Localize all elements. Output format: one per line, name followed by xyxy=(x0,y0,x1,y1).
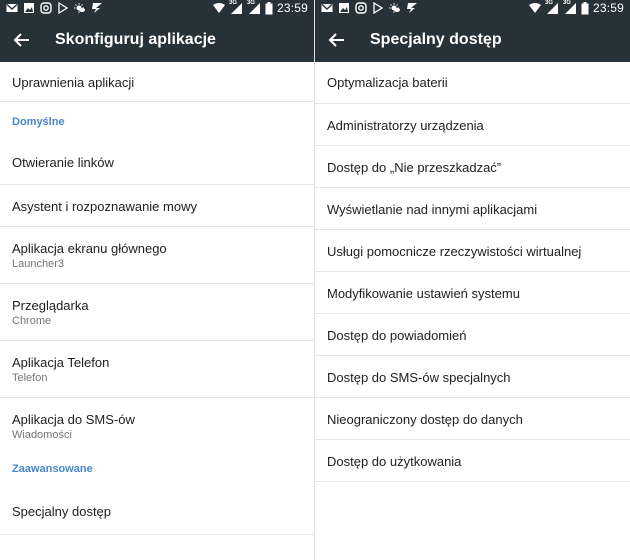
list-item-title: Aplikacja do SMS-ów xyxy=(12,412,135,427)
list-item-title: Uprawnienia aplikacji xyxy=(12,75,135,90)
list-item-title: Administratorzy urządzenia xyxy=(327,118,484,133)
list-item-title: Dostęp do SMS-ów specjalnych xyxy=(327,370,511,385)
image-icon xyxy=(24,3,34,13)
signal-3g-indicator: 3G xyxy=(544,0,559,15)
list-item-browser[interactable]: Przeglądarka Chrome xyxy=(0,284,314,341)
notification-icons xyxy=(6,2,103,14)
list-item-subtitle: Telefon xyxy=(12,372,48,384)
list-item-title: Dostęp do użytkowania xyxy=(327,454,462,469)
list-item-notification-access[interactable]: Dostęp do powiadomień xyxy=(315,314,630,356)
instagram-icon xyxy=(355,2,367,14)
list-item-title: Otwieranie linków xyxy=(12,155,114,170)
list-item-modify-system-settings[interactable]: Modyfikowanie ustawień systemu xyxy=(315,272,630,314)
gmail-icon xyxy=(6,3,18,12)
gmail-icon xyxy=(321,3,333,12)
list-item-title: Dostęp do powiadomień xyxy=(327,328,467,343)
notification-icons xyxy=(321,2,418,14)
list-item-title: Aplikacja Telefon xyxy=(12,355,110,370)
settings-list: Uprawnienia aplikacji Domyślne Otwierani… xyxy=(0,62,314,535)
page-title: Specjalny dostęp xyxy=(370,31,502,48)
battery-icon xyxy=(265,1,273,14)
left-screen: 3G 3G 23:59 Skonfiguruj aplikacje Uprawn… xyxy=(0,0,314,560)
app-bar: Specjalny dostęp xyxy=(315,18,630,62)
wifi-icon xyxy=(212,3,225,13)
list-item-phone-app[interactable]: Aplikacja Telefon Telefon xyxy=(0,341,314,398)
list-item-draw-over-apps[interactable]: Wyświetlanie nad innymi aplikacjami xyxy=(315,188,630,230)
list-item-title: Specjalny dostęp xyxy=(12,504,112,519)
list-item-premium-sms[interactable]: Dostęp do SMS-ów specjalnych xyxy=(315,356,630,398)
back-arrow-icon[interactable] xyxy=(327,30,347,50)
list-item-subtitle: Chrome xyxy=(12,315,52,327)
list-item-device-admins[interactable]: Administratorzy urządzenia xyxy=(315,104,630,146)
system-icons: 3G 3G 23:59 xyxy=(212,0,308,15)
page-title: Skonfiguruj aplikacje xyxy=(55,31,216,48)
image-icon xyxy=(339,3,349,13)
list-item-vr-helper[interactable]: Usługi pomocnicze rzeczywistości wirtual… xyxy=(315,230,630,272)
network-type-label: 3G xyxy=(228,0,237,6)
signal-3g-indicator-2: 3G xyxy=(562,0,577,15)
list-item-title: Usługi pomocnicze rzeczywistości wirtual… xyxy=(327,244,582,259)
list-item-subtitle: Launcher3 xyxy=(12,258,64,270)
app-bar: Skonfiguruj aplikacje xyxy=(0,18,314,62)
signal-3g-indicator-2: 3G xyxy=(246,0,261,15)
list-item-title: Asystent i rozpoznawanie mowy xyxy=(12,199,197,214)
network-type-label: 3G xyxy=(562,0,571,6)
play-store-icon xyxy=(58,2,69,14)
wifi-icon xyxy=(528,3,541,13)
back-arrow-icon[interactable] xyxy=(12,30,32,50)
list-item-title: Przeglądarka xyxy=(12,298,89,313)
list-item-unrestricted-data[interactable]: Nieograniczony dostęp do danych xyxy=(315,398,630,440)
signal-3g-indicator: 3G xyxy=(228,0,243,15)
list-item-subtitle: Wiadomości xyxy=(12,429,72,441)
section-header-default: Domyślne xyxy=(0,102,314,142)
instagram-icon xyxy=(40,2,52,14)
list-item-title: Optymalizacja baterii xyxy=(327,75,448,90)
section-header-advanced: Zaawansowane xyxy=(0,456,314,494)
status-bar: 3G 3G 23:59 xyxy=(315,0,630,18)
list-item-title: Wyświetlanie nad innymi aplikacjami xyxy=(327,202,538,217)
network-type-label: 3G xyxy=(246,0,255,6)
clock: 23:59 xyxy=(276,1,308,15)
section-title: Domyślne xyxy=(12,116,65,128)
section-title: Zaawansowane xyxy=(12,463,93,475)
list-item-sms-app[interactable]: Aplikacja do SMS-ów Wiadomości xyxy=(0,398,314,456)
weather-icon xyxy=(74,3,85,13)
play-store-icon xyxy=(373,2,384,14)
list-item-title: Nieograniczony dostęp do danych xyxy=(327,412,523,427)
system-icons: 3G 3G 23:59 xyxy=(528,0,624,15)
bolt-icon xyxy=(407,3,417,13)
clock: 23:59 xyxy=(592,1,624,15)
list-item-title: Aplikacja ekranu głównego xyxy=(12,241,167,256)
special-access-list: Optymalizacja baterii Administratorzy ur… xyxy=(315,62,630,482)
bolt-icon xyxy=(92,3,102,13)
list-item-usage-access[interactable]: Dostęp do użytkowania xyxy=(315,440,630,482)
right-screen: 3G 3G 23:59 Specjalny dostęp Optymalizac… xyxy=(315,0,630,560)
list-item-app-permissions[interactable]: Uprawnienia aplikacji xyxy=(0,62,314,102)
list-item-title: Dostęp do „Nie przeszkadzać” xyxy=(327,160,502,175)
list-item-title: Modyfikowanie ustawień systemu xyxy=(327,286,520,301)
list-item-assistant[interactable]: Asystent i rozpoznawanie mowy xyxy=(0,185,314,227)
list-item-home-app[interactable]: Aplikacja ekranu głównego Launcher3 xyxy=(0,227,314,284)
list-item-battery-optimization[interactable]: Optymalizacja baterii xyxy=(315,62,630,104)
weather-icon xyxy=(389,3,400,13)
status-bar: 3G 3G 23:59 xyxy=(0,0,314,18)
battery-icon xyxy=(581,1,589,14)
list-item-do-not-disturb[interactable]: Dostęp do „Nie przeszkadzać” xyxy=(315,146,630,188)
list-item-open-links[interactable]: Otwieranie linków xyxy=(0,142,314,185)
list-item-special-access[interactable]: Specjalny dostęp xyxy=(0,494,314,535)
network-type-label: 3G xyxy=(544,0,553,6)
